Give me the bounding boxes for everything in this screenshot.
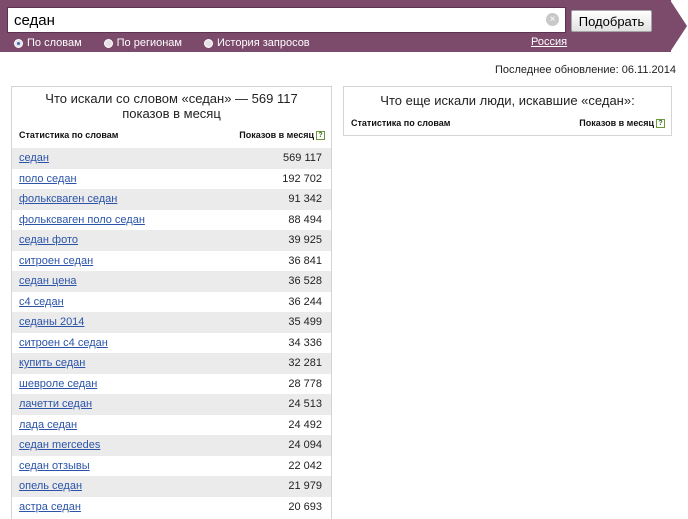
- radio-label: По регионам: [116, 37, 182, 49]
- keyword-link[interactable]: седан: [19, 152, 49, 164]
- keyword-link[interactable]: купить седан: [19, 357, 85, 369]
- keyword-link[interactable]: астра седан: [19, 501, 81, 513]
- search-band-arrow: [670, 0, 687, 52]
- last-update: Последнее обновление: 06.11.2014: [494, 64, 676, 76]
- panel-title: Что еще искали люди, искавшие «седан»:: [380, 93, 635, 108]
- table-row: седан фото 39 925: [12, 230, 331, 251]
- keyword-table: седан 569 117 поло седан 192 702 фольксваген…: [12, 148, 331, 517]
- table-row: седан отзывы 22 042: [12, 456, 331, 477]
- table-row: купить седан 32 281: [12, 353, 331, 374]
- column-headers: Статистика по словам Показов в месяц ?: [344, 111, 671, 131]
- shows-count: 36 528: [288, 275, 322, 288]
- col-stats-header: Статистика по словам: [19, 130, 119, 140]
- keyword-link[interactable]: седаны 2014: [19, 316, 84, 328]
- table-row: опель седан 21 979: [12, 476, 331, 497]
- keyword-link[interactable]: лада седан: [19, 419, 77, 431]
- clear-icon[interactable]: ×: [546, 13, 559, 26]
- radio-label: История запросов: [217, 37, 310, 49]
- table-row: седаны 2014 35 499: [12, 312, 331, 333]
- help-icon[interactable]: ?: [316, 130, 325, 140]
- keyword-link[interactable]: поло седан: [19, 173, 77, 185]
- col-shows-header: Показов в месяц: [579, 118, 654, 128]
- table-row: с4 седан 36 244: [12, 292, 331, 313]
- region-link[interactable]: Россия: [531, 36, 567, 48]
- table-row: ситроен седан 36 841: [12, 251, 331, 272]
- keyword-link[interactable]: лачетти седан: [19, 398, 92, 410]
- table-row: астра седан 20 693: [12, 497, 331, 518]
- shows-count: 36 244: [288, 295, 322, 308]
- shows-count: 32 281: [288, 357, 322, 370]
- keyword-link[interactable]: с4 седан: [19, 296, 64, 308]
- column-headers: Статистика по словам Показов в месяц ?: [12, 125, 331, 145]
- help-icon[interactable]: ?: [656, 118, 665, 128]
- radio-by-words[interactable]: По словам: [14, 37, 82, 49]
- shows-count: 24 513: [288, 398, 322, 411]
- col-stats-header: Статистика по словам: [351, 118, 451, 128]
- table-row: лада седан 24 492: [12, 415, 331, 436]
- radio-query-history[interactable]: История запросов: [204, 37, 310, 49]
- keyword-link[interactable]: фольксваген поло седан: [19, 214, 145, 226]
- radio-dot: [103, 38, 113, 48]
- shows-count: 28 778: [288, 377, 322, 390]
- table-row: фольксваген поло седан 88 494: [12, 210, 331, 231]
- search-input[interactable]: [8, 8, 538, 32]
- radio-label: По словам: [27, 37, 82, 49]
- keyword-link[interactable]: седан mercedes: [19, 439, 100, 451]
- shows-count: 36 841: [288, 254, 322, 267]
- search-mode-group: По словам По регионам История запросов: [14, 36, 332, 50]
- keyword-link[interactable]: шевроле седан: [19, 378, 97, 390]
- table-row: шевроле седан 28 778: [12, 374, 331, 395]
- shows-count: 20 693: [288, 500, 322, 513]
- related-searches-panel: Что еще искали люди, искавшие «седан»: С…: [343, 86, 672, 136]
- shows-count: 22 042: [288, 459, 322, 472]
- table-row: седан 569 117: [12, 148, 331, 169]
- radio-by-regions[interactable]: По регионам: [103, 37, 182, 49]
- search-bar: × Подобрать По словам По регионам Истори…: [0, 0, 688, 52]
- col-shows-header-wrap: Показов в месяц ?: [239, 130, 325, 140]
- shows-count: 24 492: [288, 418, 322, 431]
- col-shows-header-wrap: Показов в месяц ?: [579, 118, 665, 128]
- table-row: седан цена 36 528: [12, 271, 331, 292]
- radio-dot: [204, 38, 213, 48]
- keyword-stats-panel: Что искали со словом «седан» — 569 117 п…: [11, 86, 332, 519]
- keyword-link[interactable]: опель седан: [19, 480, 82, 492]
- shows-count: 24 094: [288, 439, 322, 452]
- table-row: фольксваген седан 91 342: [12, 189, 331, 210]
- shows-count: 569 117: [283, 152, 322, 165]
- table-row: поло седан 192 702: [12, 169, 331, 190]
- shows-count: 88 494: [288, 213, 322, 226]
- keyword-link[interactable]: седан цена: [19, 275, 77, 287]
- keyword-link[interactable]: ситроен седан: [19, 255, 93, 267]
- shows-count: 39 925: [288, 234, 322, 247]
- search-field[interactable]: ×: [7, 7, 566, 33]
- shows-count: 21 979: [288, 480, 322, 493]
- keyword-link[interactable]: седан отзывы: [19, 460, 90, 472]
- col-shows-header: Показов в месяц: [239, 130, 314, 140]
- submit-button[interactable]: Подобрать: [571, 10, 652, 32]
- table-row: ситроен с4 седан 34 336: [12, 333, 331, 354]
- keyword-link[interactable]: седан фото: [19, 234, 78, 246]
- table-row: лачетти седан 24 513: [12, 394, 331, 415]
- table-row: седан mercedes 24 094: [12, 435, 331, 456]
- panel-title: Что искали со словом «седан» — 569 117 п…: [45, 91, 298, 121]
- shows-count: 34 336: [288, 336, 322, 349]
- keyword-link[interactable]: фольксваген седан: [19, 193, 117, 205]
- shows-count: 192 702: [282, 172, 322, 185]
- radio-dot: [14, 38, 23, 48]
- keyword-link[interactable]: ситроен с4 седан: [19, 337, 108, 349]
- shows-count: 35 499: [288, 316, 322, 329]
- shows-count: 91 342: [288, 193, 322, 206]
